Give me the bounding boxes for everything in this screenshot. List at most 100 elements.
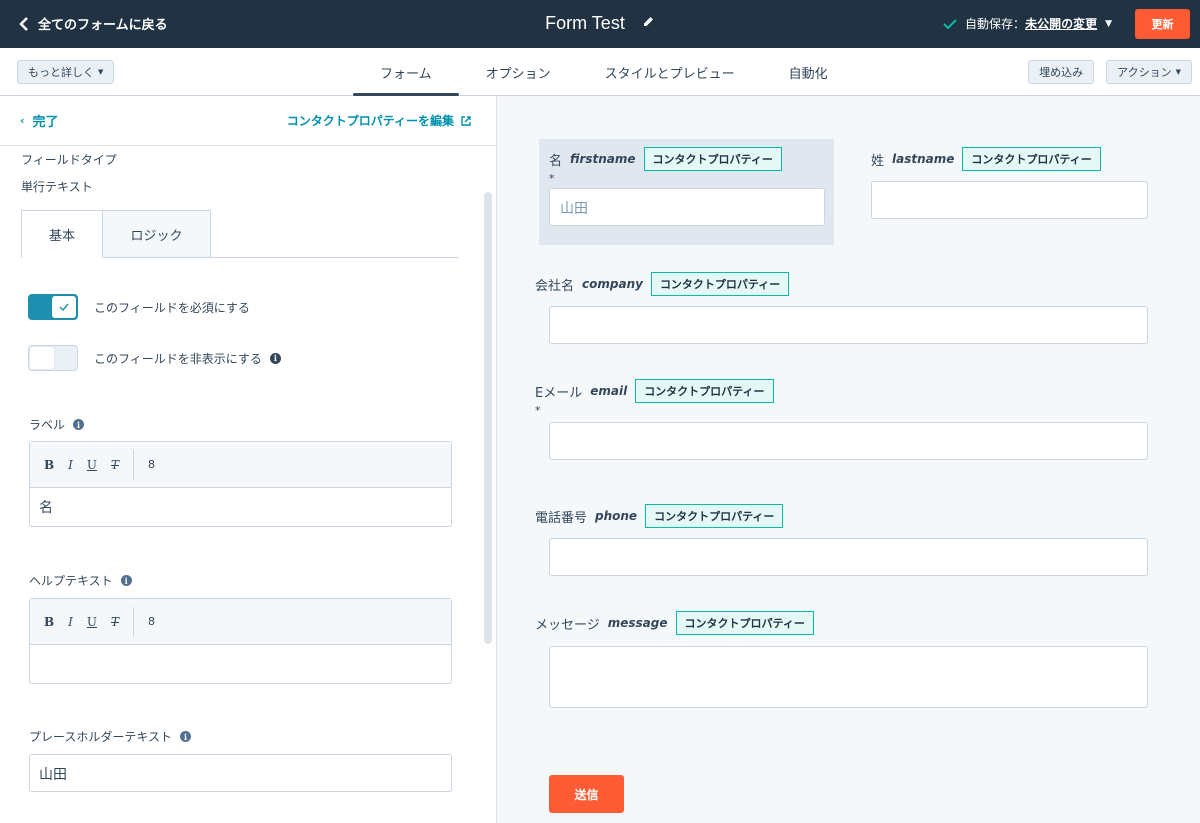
field-internal-name: phone <box>595 509 638 523</box>
external-link-icon <box>461 115 471 126</box>
right-actions: 埋め込み アクション ▼ <box>1028 60 1192 84</box>
link-icon[interactable]: 8 <box>148 615 155 628</box>
preview-field-lastname[interactable]: 姓 lastname コンタクトプロパティー <box>871 147 1148 219</box>
info-icon[interactable]: i <box>269 352 281 364</box>
hidden-toggle[interactable] <box>28 345 78 371</box>
info-icon[interactable]: i <box>73 419 85 430</box>
contact-property-tag: コンタクトプロパティー <box>650 272 790 296</box>
contact-property-tag: コンタクトプロパティー <box>675 611 814 635</box>
preview-field-phone[interactable]: 電話番号 phone コンタクトプロパティー <box>535 504 1148 576</box>
done-label: 完了 <box>32 115 59 130</box>
preview-field-message[interactable]: メッセージ message コンタクトプロパティー <box>535 611 1148 708</box>
field-label: 姓 <box>871 153 885 169</box>
unpublished-changes-link[interactable]: 未公開の変更 <box>1025 15 1097 32</box>
required-toggle-row: このフィールドを必須にする <box>28 294 250 320</box>
field-label-row: 電話番号 phone コンタクトプロパティー <box>535 504 1148 528</box>
contact-property-tag: コンタクトプロパティー <box>962 147 1101 171</box>
more-details-button[interactable]: もっと詳しく ▼ <box>17 60 115 84</box>
placeholder-heading: プレースホルダーテキスト <box>29 730 173 744</box>
field-internal-name: message <box>607 616 668 630</box>
clear-format-icon[interactable]: T <box>111 458 119 472</box>
edit-contact-property-link[interactable]: コンタクトプロパティーを編集 <box>287 112 472 129</box>
sub-bar: もっと詳しく ▼ フォーム オプション スタイルとプレビュー 自動化 埋め込み … <box>0 48 1200 96</box>
bold-icon[interactable]: B <box>44 458 54 472</box>
bold-icon[interactable]: B <box>44 615 54 629</box>
label-editor-toolbar: B I U T 8 <box>30 442 451 488</box>
preview-field-company[interactable]: 会社名 company コンタクトプロパティー <box>535 272 1148 344</box>
preview-field-email[interactable]: Eメール email コンタクトプロパティー * <box>535 379 1148 460</box>
required-mark: * <box>549 172 555 185</box>
field-internal-name: firstname <box>570 152 636 166</box>
subtab-basic[interactable]: 基本 <box>21 210 103 258</box>
field-label: 会社名 <box>535 278 575 294</box>
tab-form[interactable]: フォーム <box>353 48 459 96</box>
tab-options[interactable]: オプション <box>459 48 578 96</box>
placeholder-input[interactable]: 山田 <box>29 754 452 792</box>
required-mark: * <box>535 404 541 417</box>
toggle-knob <box>30 347 54 369</box>
company-input[interactable] <box>549 306 1148 344</box>
help-text-heading-row: ヘルプテキスト i <box>29 572 132 589</box>
autosave-status: 自動保存： 未公開の変更 ▼ <box>943 15 1112 32</box>
panel-scrollbar[interactable] <box>484 192 492 644</box>
main-tabs: フォーム オプション スタイルとプレビュー 自動化 <box>353 48 855 96</box>
form-title-text: Form Test <box>545 13 625 33</box>
contact-property-tag: コンタクトプロパティー <box>635 379 774 403</box>
contact-property-tag: コンタクトプロパティー <box>645 504 784 528</box>
toolbar-divider <box>133 449 135 480</box>
caret-down-icon: ▼ <box>1175 68 1181 76</box>
info-icon[interactable]: i <box>180 731 192 742</box>
field-label-row: 姓 lastname コンタクトプロパティー <box>871 147 1148 171</box>
submit-button[interactable]: 送信 <box>549 775 624 813</box>
embed-button[interactable]: 埋め込み <box>1028 60 1095 84</box>
info-icon[interactable]: i <box>120 575 132 586</box>
help-text-editor-body[interactable] <box>30 645 451 683</box>
update-button[interactable]: 更新 <box>1135 9 1190 39</box>
link-icon[interactable]: 8 <box>148 458 155 471</box>
phone-input[interactable] <box>549 538 1148 576</box>
help-text-editor-toolbar: B I U T 8 <box>30 599 451 645</box>
required-toggle[interactable] <box>28 294 78 320</box>
tab-automation[interactable]: 自動化 <box>762 48 855 96</box>
field-label: 名 <box>549 153 563 169</box>
lastname-input[interactable] <box>871 181 1148 219</box>
pencil-icon[interactable] <box>642 12 655 33</box>
actions-button[interactable]: アクション ▼ <box>1106 60 1192 84</box>
field-internal-name: email <box>590 384 628 398</box>
field-type-heading: フィールドタイプ <box>21 153 117 167</box>
required-toggle-label: このフィールドを必須にする <box>94 300 250 315</box>
toolbar-divider <box>133 606 135 637</box>
field-label: 電話番号 <box>535 510 588 526</box>
field-label-row: 名 firstname コンタクトプロパティー <box>549 147 825 171</box>
message-textarea[interactable] <box>549 646 1148 708</box>
field-type-section: フィールドタイプ 単行テキスト <box>21 147 117 201</box>
check-icon <box>943 18 957 29</box>
subtab-logic[interactable]: ロジック <box>103 210 211 258</box>
done-link[interactable]: ‹ 完了 <box>20 111 59 130</box>
caret-down-icon[interactable]: ▼ <box>1105 19 1112 29</box>
form-preview: 名 firstname コンタクトプロパティー * 山田 姓 lastname … <box>498 96 1200 823</box>
field-label: メッセージ <box>535 617 600 633</box>
chevron-left-icon: ‹ <box>20 114 25 127</box>
firstname-input[interactable]: 山田 <box>549 188 825 226</box>
toggle-knob <box>52 296 76 318</box>
italic-icon[interactable]: I <box>68 458 73 472</box>
email-input[interactable] <box>549 422 1148 460</box>
top-bar: 全てのフォームに戻る Form Test 自動保存： 未公開の変更 ▼ 更新 <box>0 0 1200 48</box>
panel-header: ‹ 完了 コンタクトプロパティーを編集 <box>0 96 496 146</box>
italic-icon[interactable]: I <box>68 615 73 629</box>
label-editor-body[interactable]: 名 <box>30 488 451 526</box>
underline-icon[interactable]: U <box>87 615 97 629</box>
preview-field-firstname[interactable]: 名 firstname コンタクトプロパティー * 山田 <box>549 147 825 226</box>
contact-property-tag: コンタクトプロパティー <box>643 147 782 171</box>
help-text-heading: ヘルプテキスト <box>29 574 113 588</box>
field-label: Eメール <box>535 385 583 401</box>
underline-icon[interactable]: U <box>87 458 97 472</box>
field-label-row: 会社名 company コンタクトプロパティー <box>535 272 1148 296</box>
check-icon <box>59 303 69 311</box>
tab-style-preview[interactable]: スタイルとプレビュー <box>578 48 762 96</box>
placeholder-heading-row: プレースホルダーテキスト i <box>29 728 192 745</box>
hidden-toggle-row: このフィールドを非表示にする i <box>28 345 281 371</box>
field-label-row: メッセージ message コンタクトプロパティー <box>535 611 1148 635</box>
clear-format-icon[interactable]: T <box>111 615 119 629</box>
